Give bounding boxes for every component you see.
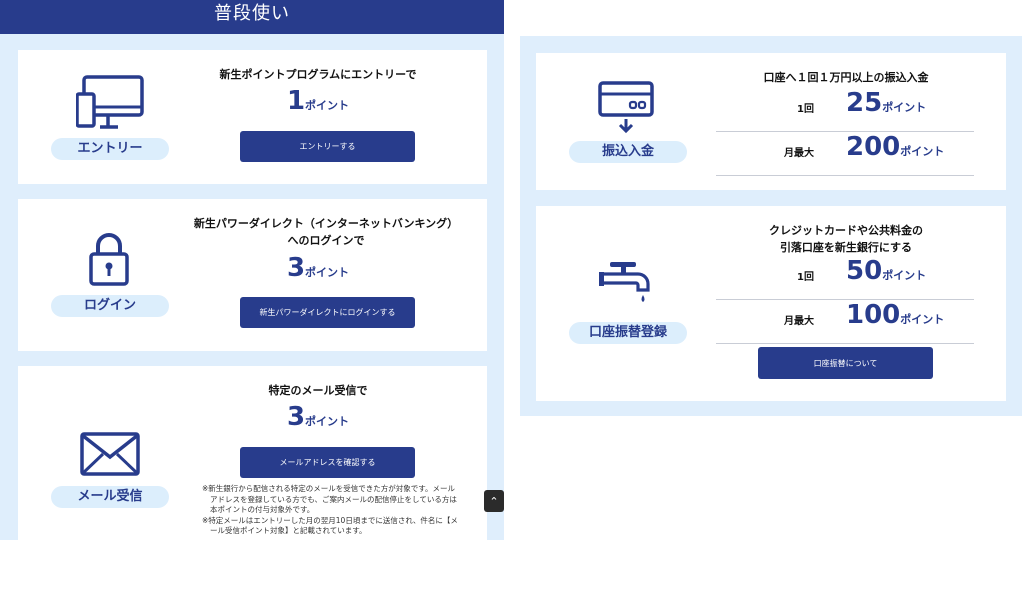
entry-title: 新生ポイントプログラムにエントリーで — [219, 68, 417, 81]
login-title-line2: へのログインで — [287, 234, 365, 247]
mail-notes: ※新生銀行から配信される特定のメールを受信できた方が対象です。メールアドレスを登… — [200, 484, 462, 537]
transfer-row-monthly-max: 月最大 200ポイント — [716, 132, 974, 176]
row-points: 25ポイント — [846, 88, 927, 118]
row-label: 月最大 — [784, 316, 814, 327]
debit-row-monthly-max: 月最大 100ポイント — [716, 300, 974, 344]
debit-label: 口座振替登録 — [569, 322, 687, 344]
debit-row-once: 1回 50ポイント — [716, 256, 974, 300]
row-label: 月最大 — [784, 148, 814, 159]
row-points: 50ポイント — [846, 256, 927, 286]
chevron-up-icon: ⌃ — [489, 494, 499, 508]
debit-button[interactable]: 口座振替について — [758, 347, 933, 379]
row-label: 1回 — [797, 272, 814, 283]
transfer-label: 振込入金 — [569, 141, 687, 163]
left-panel: 普段使い エントリー 新生ポイントプログラムにエントリーで 1ポイント エントリ… — [0, 0, 504, 540]
row-points: 100ポイント — [846, 300, 945, 330]
login-card: ログイン 新生パワーダイレクト（インターネットバンキング） へのログインで 3ポ… — [18, 199, 487, 351]
mail-title: 特定のメール受信で — [268, 384, 368, 397]
monitor-icon — [76, 74, 146, 132]
section-title: 普段使い — [0, 0, 504, 34]
mail-card: メール受信 特定のメール受信で 3ポイント メールアドレスを確認する ※新生銀行… — [18, 366, 487, 540]
card-icon — [598, 81, 654, 135]
transfer-row-once: 1回 25ポイント — [716, 88, 974, 132]
login-button[interactable]: 新生パワーダイレクトにログインする — [240, 297, 415, 328]
debit-title-line1: クレジットカードや公共料金の — [769, 224, 923, 237]
row-label: 1回 — [797, 104, 814, 115]
envelope-icon — [80, 432, 140, 476]
debit-title-line2: 引落口座を新生銀行にする — [779, 241, 913, 254]
entry-points: 1ポイント — [286, 86, 350, 116]
entry-card: エントリー 新生ポイントプログラムにエントリーで 1ポイント エントリーする — [18, 50, 487, 184]
login-points: 3ポイント — [286, 253, 350, 283]
entry-button[interactable]: エントリーする — [240, 131, 415, 162]
mail-points: 3ポイント — [286, 402, 350, 432]
login-label: ログイン — [51, 295, 169, 317]
faucet-icon — [598, 258, 656, 308]
mail-note: ※特定メールはエントリーした月の翌月10日頃までに送信され、件名に【メール受信ポ… — [202, 515, 458, 536]
row-points: 200ポイント — [846, 132, 945, 162]
mail-note: ※新生銀行から配信される特定のメールを受信できた方が対象です。メールアドレスを登… — [202, 484, 457, 514]
mail-button[interactable]: メールアドレスを確認する — [240, 447, 415, 478]
scroll-to-top-button[interactable]: ⌃ — [484, 490, 504, 512]
lock-icon — [89, 232, 129, 288]
transfer-title: 口座へ１回１万円以上の振込入金 — [763, 71, 929, 84]
mail-label: メール受信 — [51, 486, 169, 508]
login-title-line1: 新生パワーダイレクト（インターネットバンキング） — [193, 217, 459, 230]
entry-label: エントリー — [51, 138, 169, 160]
